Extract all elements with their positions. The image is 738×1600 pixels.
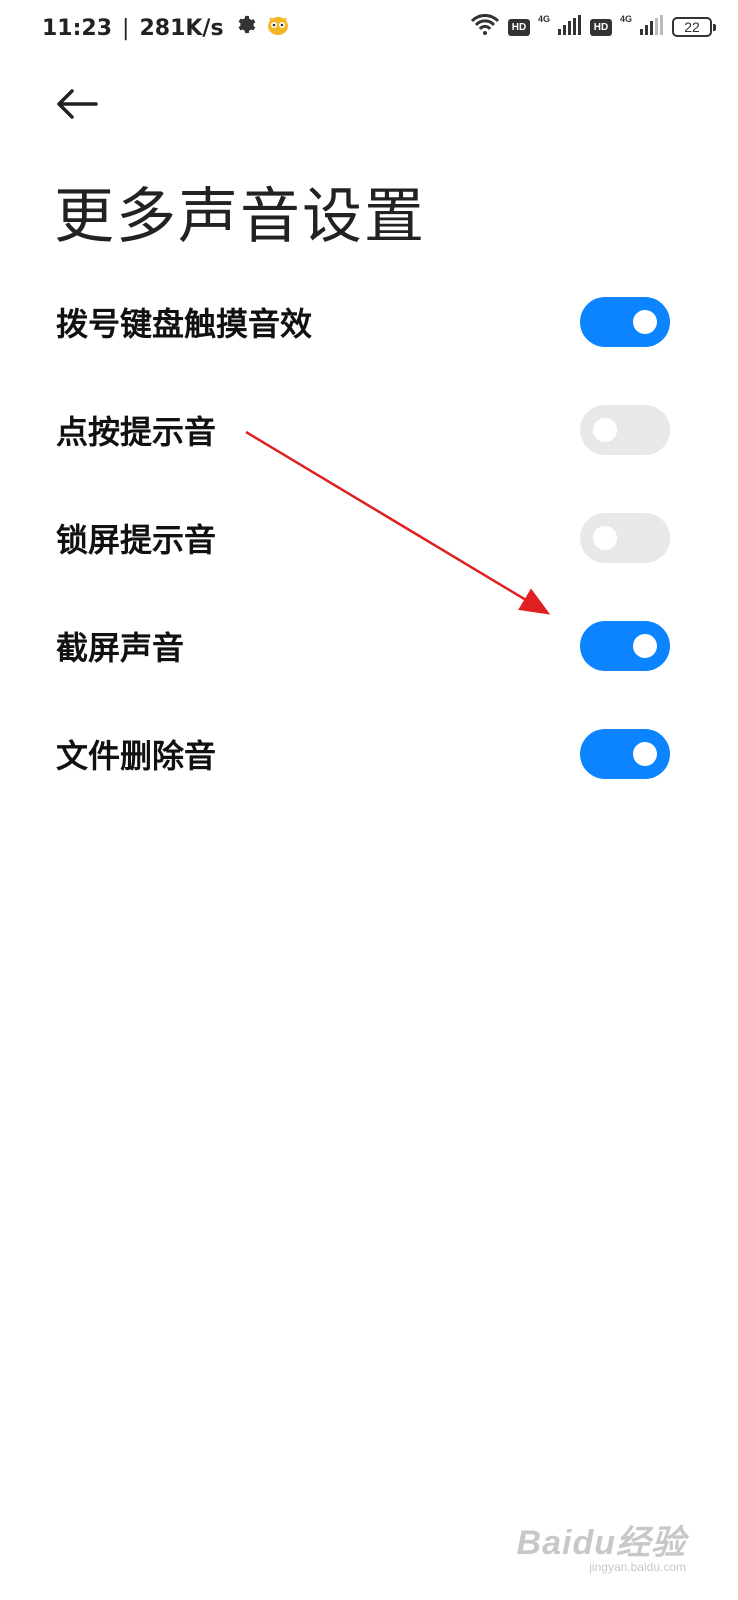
status-left: 11:23 | 281K/s — [42, 14, 290, 42]
setting-row-file-delete-sound: 文件删除音 — [0, 700, 738, 808]
arrow-left-icon — [54, 89, 100, 128]
tap-sound-toggle[interactable] — [580, 405, 670, 455]
toggle-knob — [633, 742, 657, 766]
toggle-knob — [633, 310, 657, 334]
status-separator: | — [122, 15, 130, 41]
status-right: HD 4G HD 4G 22 — [470, 14, 716, 40]
setting-row-tap-sound: 点按提示音 — [0, 376, 738, 484]
network-type-1: 4G — [537, 14, 550, 24]
app-notification-icon — [266, 14, 290, 42]
setting-row-dialpad-touch-sound: 拨号键盘触摸音效 — [0, 268, 738, 376]
watermark-logo: Baidu经验 — [516, 1524, 686, 1562]
toggle-knob — [593, 526, 617, 550]
setting-row-lock-screen-sound: 锁屏提示音 — [0, 484, 738, 592]
hd-badge-1: HD — [507, 18, 530, 36]
back-button[interactable] — [54, 84, 100, 124]
setting-label: 拨号键盘触摸音效 — [56, 305, 313, 343]
setting-label: 点按提示音 — [56, 413, 217, 451]
dialpad-touch-sound-toggle[interactable] — [580, 297, 670, 347]
setting-label: 锁屏提示音 — [56, 521, 217, 559]
page-title: 更多声音设置 — [54, 182, 426, 252]
network-type-2: 4G — [619, 14, 632, 24]
wifi-icon — [470, 14, 500, 40]
signal-icon — [557, 15, 582, 39]
net-speed: 281K/s — [139, 15, 224, 41]
gear-icon — [234, 14, 256, 42]
toggle-knob — [633, 634, 657, 658]
toggle-knob — [593, 418, 617, 442]
battery-indicator: 22 — [672, 17, 716, 37]
screenshot-sound-toggle[interactable] — [580, 621, 670, 671]
setting-label: 文件删除音 — [56, 737, 217, 775]
signal-icon — [640, 15, 664, 39]
watermark: Baidu经验 jingyan.baidu.com — [517, 1515, 686, 1574]
hd-badge-2: HD — [589, 18, 612, 36]
setting-label: 截屏声音 — [56, 629, 185, 667]
lock-screen-sound-toggle[interactable] — [580, 513, 670, 563]
clock: 11:23 — [42, 15, 113, 41]
watermark-url: jingyan.baidu.com — [589, 1560, 686, 1574]
setting-row-screenshot-sound: 截屏声音 — [0, 592, 738, 700]
status-bar: 11:23 | 281K/s HD 4G HD 4G 22 — [0, 0, 738, 60]
file-delete-sound-toggle[interactable] — [580, 729, 670, 779]
